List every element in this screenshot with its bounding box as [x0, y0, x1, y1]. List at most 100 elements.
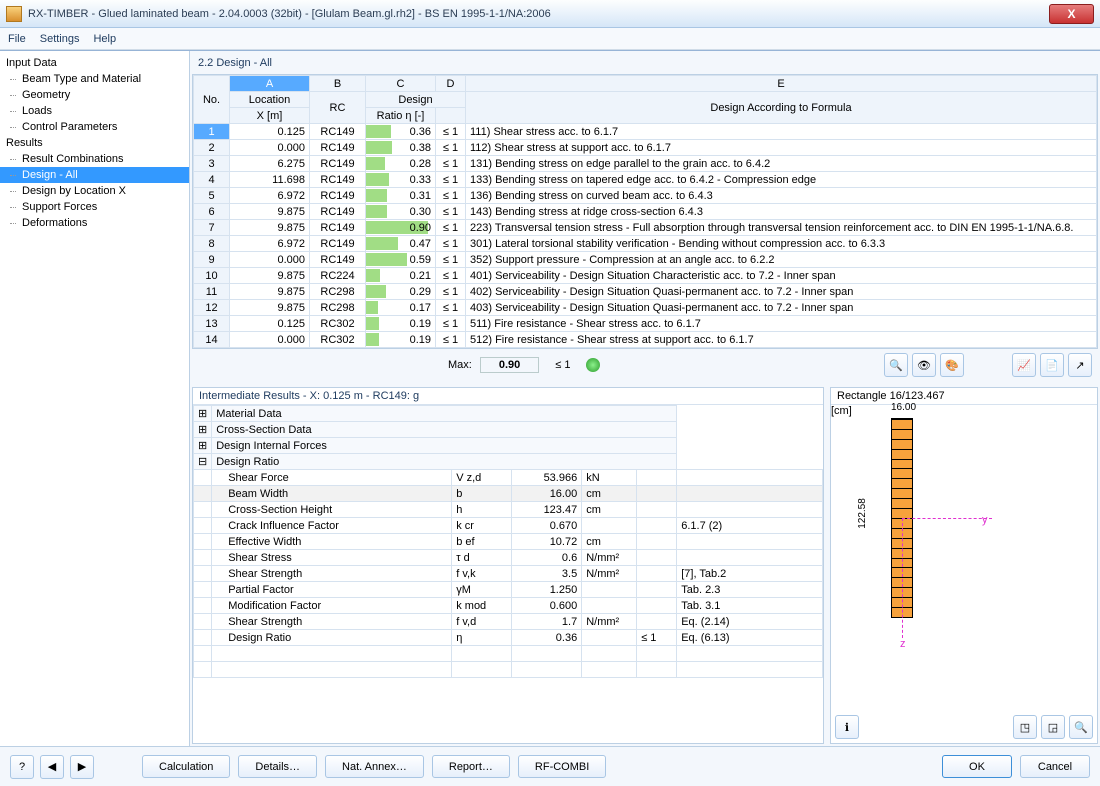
cell-x[interactable]: 9.875 [230, 300, 310, 316]
cell-rc[interactable]: RC149 [310, 156, 366, 172]
view2-icon[interactable]: ◲ [1041, 715, 1065, 739]
cell-formula[interactable]: 133) Bending stress on tapered edge acc.… [466, 172, 1097, 188]
combi-button[interactable]: RF-COMBI [518, 755, 606, 778]
cell-rc[interactable]: RC149 [310, 236, 366, 252]
row-num[interactable]: 7 [194, 220, 230, 236]
cell-formula[interactable]: 511) Fire resistance - Shear stress acc.… [466, 316, 1097, 332]
cell-cond[interactable]: ≤ 1 [436, 140, 466, 156]
cell-cond[interactable]: ≤ 1 [436, 252, 466, 268]
cell-x[interactable]: 9.875 [230, 268, 310, 284]
row-num[interactable]: 13 [194, 316, 230, 332]
cell-ratio[interactable]: 0.47 [366, 236, 436, 252]
close-button[interactable]: X [1049, 4, 1094, 24]
annex-button[interactable]: Nat. Annex… [325, 755, 424, 778]
tool-list-icon[interactable]: 📄 [1040, 353, 1064, 377]
cell-formula[interactable]: 301) Lateral torsional stability verific… [466, 236, 1097, 252]
cell-x[interactable]: 9.875 [230, 284, 310, 300]
cell-ratio[interactable]: 0.19 [366, 332, 436, 348]
ok-button[interactable]: OK [942, 755, 1012, 778]
cell-x[interactable]: 0.125 [230, 316, 310, 332]
cell-formula[interactable]: 136) Bending stress on curved beam acc. … [466, 188, 1097, 204]
cell-formula[interactable]: 401) Serviceability - Design Situation C… [466, 268, 1097, 284]
row-num[interactable]: 1 [194, 124, 230, 140]
sidebar-item[interactable]: Support Forces [0, 199, 189, 215]
cell-cond[interactable]: ≤ 1 [436, 188, 466, 204]
cell-ratio[interactable]: 0.59 [366, 252, 436, 268]
col-A[interactable]: A [230, 76, 310, 92]
cell-cond[interactable]: ≤ 1 [436, 284, 466, 300]
cell-rc[interactable]: RC302 [310, 332, 366, 348]
sidebar-item[interactable]: Deformations [0, 215, 189, 231]
expand-icon[interactable]: ⊟ [194, 454, 212, 470]
expand-icon[interactable]: ⊞ [194, 438, 212, 454]
group-label[interactable]: Design Ratio [212, 454, 677, 470]
row-num[interactable]: 14 [194, 332, 230, 348]
cell-x[interactable]: 9.875 [230, 220, 310, 236]
cell-formula[interactable]: 112) Shear stress at support acc. to 6.1… [466, 140, 1097, 156]
menu-help[interactable]: Help [93, 33, 116, 45]
cell-x[interactable]: 0.000 [230, 252, 310, 268]
cell-formula[interactable]: 143) Bending stress at ridge cross-secti… [466, 204, 1097, 220]
cell-rc[interactable]: RC149 [310, 252, 366, 268]
prev-icon[interactable]: ◀ [40, 755, 64, 779]
sidebar-item[interactable]: Beam Type and Material [0, 71, 189, 87]
cell-rc[interactable]: RC298 [310, 300, 366, 316]
tree-results[interactable]: Results [0, 135, 189, 151]
cell-x[interactable]: 0.000 [230, 140, 310, 156]
cell-ratio[interactable]: 0.30 [366, 204, 436, 220]
cell-cond[interactable]: ≤ 1 [436, 124, 466, 140]
menu-file[interactable]: File [8, 33, 26, 45]
expand-icon[interactable]: ⊞ [194, 406, 212, 422]
report-button[interactable]: Report… [432, 755, 510, 778]
cell-formula[interactable]: 111) Shear stress acc. to 6.1.7 [466, 124, 1097, 140]
col-E[interactable]: E [466, 76, 1097, 92]
view1-icon[interactable]: ◳ [1013, 715, 1037, 739]
row-num[interactable]: 9 [194, 252, 230, 268]
tool-color-icon[interactable]: 🎨 [940, 353, 964, 377]
cell-ratio[interactable]: 0.90 [366, 220, 436, 236]
group-label[interactable]: Material Data [212, 406, 677, 422]
row-num[interactable]: 3 [194, 156, 230, 172]
row-num[interactable]: 11 [194, 284, 230, 300]
cell-ratio[interactable]: 0.19 [366, 316, 436, 332]
cell-x[interactable]: 0.000 [230, 332, 310, 348]
col-no[interactable]: No. [194, 76, 230, 124]
row-num[interactable]: 6 [194, 204, 230, 220]
cell-rc[interactable]: RC224 [310, 268, 366, 284]
row-num[interactable]: 4 [194, 172, 230, 188]
row-num[interactable]: 2 [194, 140, 230, 156]
col-C[interactable]: C [366, 76, 436, 92]
cancel-button[interactable]: Cancel [1020, 755, 1090, 778]
details-button[interactable]: Details… [238, 755, 317, 778]
next-icon[interactable]: ▶ [70, 755, 94, 779]
cell-rc[interactable]: RC149 [310, 204, 366, 220]
cell-ratio[interactable]: 0.33 [366, 172, 436, 188]
info-icon[interactable]: ℹ [835, 715, 859, 739]
tool-export-icon[interactable]: ↗ [1068, 353, 1092, 377]
cell-rc[interactable]: RC149 [310, 188, 366, 204]
group-label[interactable]: Cross-Section Data [212, 422, 677, 438]
design-table[interactable]: No. A B C D E Location RC Design Design … [192, 74, 1098, 349]
sidebar-item[interactable]: Geometry [0, 87, 189, 103]
group-label[interactable]: Design Internal Forces [212, 438, 677, 454]
cell-formula[interactable]: 512) Fire resistance - Shear stress at s… [466, 332, 1097, 348]
calculation-button[interactable]: Calculation [142, 755, 230, 778]
cell-rc[interactable]: RC149 [310, 220, 366, 236]
cell-ratio[interactable]: 0.17 [366, 300, 436, 316]
cell-cond[interactable]: ≤ 1 [436, 172, 466, 188]
row-num[interactable]: 8 [194, 236, 230, 252]
sidebar-item[interactable]: Control Parameters [0, 119, 189, 135]
cell-formula[interactable]: 402) Serviceability - Design Situation Q… [466, 284, 1097, 300]
cell-x[interactable]: 6.972 [230, 188, 310, 204]
tree-input[interactable]: Input Data [0, 55, 189, 71]
col-D[interactable]: D [436, 76, 466, 92]
row-num[interactable]: 12 [194, 300, 230, 316]
cell-cond[interactable]: ≤ 1 [436, 204, 466, 220]
cell-cond[interactable]: ≤ 1 [436, 332, 466, 348]
tool-view-icon[interactable]: 👁 [912, 353, 936, 377]
cell-cond[interactable]: ≤ 1 [436, 220, 466, 236]
menu-settings[interactable]: Settings [40, 33, 80, 45]
tool-graph-icon[interactable]: 📈 [1012, 353, 1036, 377]
sidebar-item[interactable]: Design - All [0, 167, 189, 183]
cell-formula[interactable]: 131) Bending stress on edge parallel to … [466, 156, 1097, 172]
